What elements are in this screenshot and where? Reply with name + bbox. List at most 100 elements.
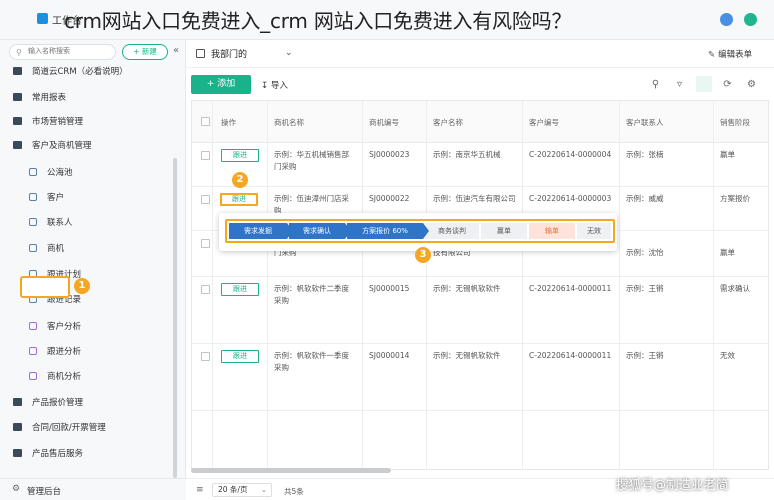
- stage-label: 无效: [587, 227, 601, 235]
- customer-code: C-20220614-0000004: [529, 150, 612, 159]
- stage-step[interactable]: 方案报价 60%: [347, 223, 429, 239]
- stage-step[interactable]: 输单: [529, 223, 575, 239]
- edit-form-label: 编辑表单: [718, 50, 753, 60]
- sidebar-item-label: 客户: [47, 193, 65, 203]
- menu-icon[interactable]: ≡: [196, 485, 204, 495]
- row-checkbox[interactable]: [201, 239, 210, 248]
- horizontal-scrollbar[interactable]: [191, 468, 391, 473]
- stage-step[interactable]: 商务谈判: [425, 223, 479, 239]
- stage-label: 需求确认: [303, 227, 331, 235]
- message-icon[interactable]: [696, 76, 712, 92]
- opportunity-code: SJ0000014: [369, 351, 410, 360]
- stage-step[interactable]: 需求发掘: [229, 223, 293, 239]
- edit-icon: ✎: [708, 50, 716, 60]
- col-header: 销售阶段: [720, 118, 750, 127]
- badge-2: 2: [232, 172, 248, 188]
- stage-progress-bar: 需求发掘 需求确认 方案报价 60% 商务谈判 赢单 输单 无效: [225, 219, 615, 243]
- col-header: 商机名称: [274, 118, 304, 127]
- sidebar-item[interactable]: 客户及商机管理: [0, 134, 180, 156]
- table-header: 操作 商机名称 商机编号 客户名称 客户编号 客户联系人 销售阶段: [192, 101, 768, 143]
- sidebar-item-label: 商机: [47, 244, 65, 254]
- app-logo-icon: [37, 13, 48, 24]
- chevron-down-icon: ⌄: [260, 485, 267, 494]
- followup-button[interactable]: 跟进: [220, 193, 258, 206]
- stage-arrow: [423, 223, 429, 239]
- sidebar-item-label: 产品售后服务: [32, 449, 84, 459]
- import-button[interactable]: ↧ 导入: [261, 79, 288, 91]
- sidebar-item[interactable]: 客户: [0, 186, 180, 208]
- stage-label: 需求发掘: [244, 227, 272, 235]
- sidebar-item[interactable]: 产品报价管理: [0, 391, 180, 413]
- settings-icon[interactable]: ⚙: [746, 79, 757, 90]
- opportunity-name: 示例：帆软软件一季度采购: [274, 351, 349, 372]
- table-row[interactable]: 跟进 示例：华五机械销售部门采购 SJ0000023 示例：南京华五机械 C-20220…: [192, 143, 768, 187]
- main-panel: 我部门的 ⌄ ✎编辑表单 + 添加 ↧ 导入 ⚲ ▿ ⇅ ⟳ ⚙ 操作 商机名称…: [186, 40, 774, 500]
- chart-icon: [29, 322, 37, 330]
- stage-step[interactable]: 赢单: [481, 223, 527, 239]
- sidebar-item-label: 跟进分析: [47, 347, 82, 357]
- customer-name: 示例：南京华五机械: [433, 150, 501, 159]
- sidebar-item-label: 客户分析: [47, 322, 82, 332]
- view-selector[interactable]: 我部门的 ⌄: [196, 44, 310, 62]
- stage-step[interactable]: 需求确认: [289, 223, 351, 239]
- user-icon[interactable]: [720, 13, 733, 26]
- followup-button[interactable]: 跟进: [221, 350, 259, 363]
- form-icon: [29, 244, 37, 252]
- contact: 示例：张楠: [626, 150, 664, 159]
- contact: 示例：沈怡: [626, 248, 664, 257]
- folder-icon: [13, 141, 22, 149]
- customer-code: C-20220614-0000003: [529, 194, 612, 203]
- row-checkbox[interactable]: [201, 151, 210, 160]
- watermark: 搜狐号@制造业老简: [616, 477, 729, 492]
- opportunity-name: 示例：帆软软件二季度采购: [274, 284, 349, 305]
- refresh-icon[interactable]: ⟳: [722, 79, 733, 90]
- folder-icon: [13, 117, 22, 125]
- select-all-checkbox[interactable]: [201, 117, 210, 126]
- stage-step[interactable]: 无效: [577, 223, 611, 239]
- sidebar-item[interactable]: 常用报表: [0, 86, 180, 108]
- folder-icon: [13, 449, 22, 457]
- row-checkbox[interactable]: [201, 285, 210, 294]
- sidebar-scrollbar[interactable]: [173, 158, 177, 478]
- settings-icon[interactable]: [744, 13, 757, 26]
- table-row[interactable]: 跟进 示例：帆软软件一季度采购 SJ0000014 示例：无锡帆软软件 C-202206…: [192, 344, 768, 411]
- followup-button[interactable]: 跟进: [221, 149, 259, 162]
- customer-name: 示例：无锡帆软软件: [433, 284, 501, 293]
- folder-icon: [13, 93, 22, 101]
- sidebar-item[interactable]: 跟进分析: [0, 340, 180, 362]
- sidebar-item[interactable]: 简道云CRM（必看说明）: [0, 60, 180, 82]
- followup-button[interactable]: 跟进: [221, 283, 259, 296]
- edit-form-button[interactable]: ✎ 编辑表单: [708, 48, 752, 60]
- collapse-sidebar-icon[interactable]: «: [173, 45, 179, 56]
- row-checkbox[interactable]: [201, 352, 210, 361]
- article-title: crm网站入口免费进入_crm 网站入口免费进入有风险吗？: [64, 9, 572, 33]
- page-size-select[interactable]: 20 条/页 ⌄: [212, 483, 272, 497]
- stage-label: 赢单: [497, 227, 511, 235]
- col-header: 商机编号: [369, 118, 399, 127]
- sidebar-item[interactable]: 产品售后服务: [0, 442, 180, 464]
- admin-footer[interactable]: ⚙ 管理后台: [0, 478, 186, 500]
- add-button[interactable]: + 添加: [191, 75, 251, 94]
- sidebar-search-input[interactable]: [28, 47, 113, 55]
- table-row[interactable]: 跟进 示例：帆软软件二季度采购 SJ0000015 示例：无锡帆软软件 C-202206…: [192, 277, 768, 344]
- sidebar-item[interactable]: 客户分析: [0, 315, 180, 337]
- filter-icon[interactable]: ▿: [674, 79, 685, 90]
- sales-stage: 赢单: [720, 150, 735, 159]
- sidebar-item[interactable]: 市场营销管理: [0, 110, 180, 132]
- customer-name: 示例：无锡帆软软件: [433, 351, 501, 360]
- sidebar-search[interactable]: ⚲: [9, 44, 116, 60]
- sidebar-item[interactable]: 联系人: [0, 211, 180, 233]
- row-checkbox[interactable]: [201, 195, 210, 204]
- sidebar-item-label: 产品报价管理: [32, 398, 84, 408]
- active-item-highlight: [20, 276, 70, 298]
- search-icon[interactable]: ⚲: [650, 79, 661, 90]
- sidebar-item[interactable]: 商机: [0, 237, 180, 259]
- sidebar-item[interactable]: 商机分析: [0, 365, 180, 387]
- folder-icon: [13, 67, 22, 75]
- sidebar-item[interactable]: 合同/回款/开票管理: [0, 416, 180, 438]
- sidebar-item[interactable]: 公海池: [0, 161, 180, 183]
- sidebar-item-label: 常用报表: [32, 93, 67, 103]
- col-header: 客户名称: [433, 118, 463, 127]
- new-button[interactable]: + 新建: [122, 44, 168, 60]
- import-label: 导入: [270, 81, 288, 91]
